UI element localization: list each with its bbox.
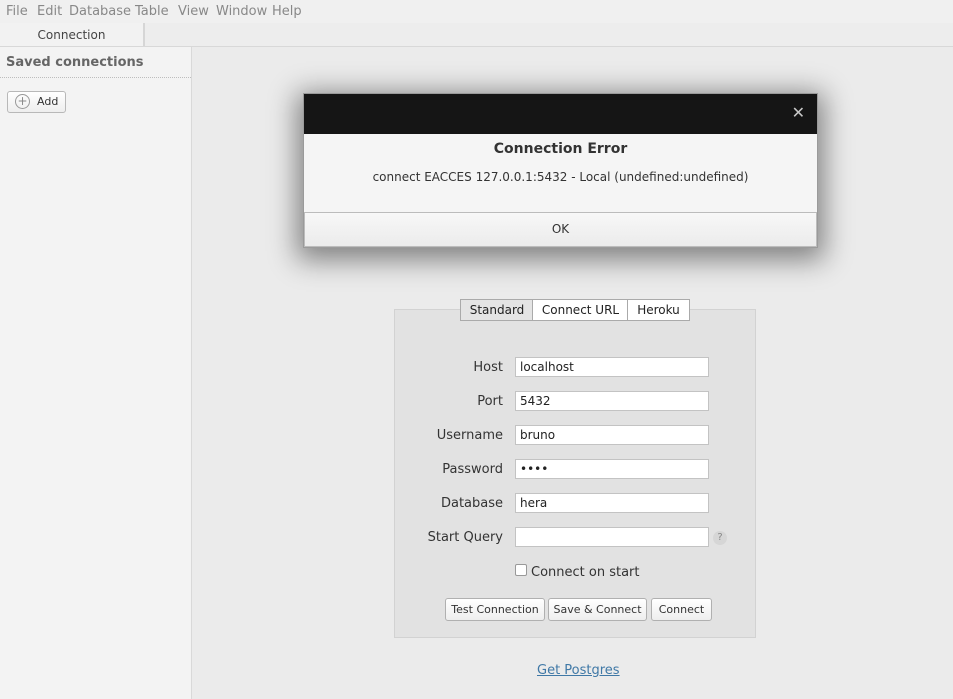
menu-window[interactable]: Window (216, 4, 267, 19)
host-input[interactable]: localhost (515, 357, 709, 377)
menu-view[interactable]: View (178, 4, 209, 19)
sidebar-divider (0, 77, 191, 78)
database-label: Database (440, 496, 503, 511)
sidebar-title: Saved connections (6, 55, 144, 70)
sidebar: Saved connections + Add (0, 47, 192, 699)
database-input[interactable]: hera (515, 493, 709, 513)
dialog-message: connect EACCES 127.0.0.1:5432 - Local (u… (372, 170, 749, 184)
tab-connection[interactable]: Connection (0, 23, 145, 46)
question-icon[interactable]: ? (713, 531, 727, 545)
password-input[interactable]: •••• (515, 459, 709, 479)
dialog-title: Connection Error (493, 141, 628, 157)
menu-table[interactable]: Table (135, 4, 169, 19)
port-label: Port (477, 394, 503, 409)
port-input[interactable]: 5432 (515, 391, 709, 411)
menu-bar: File Edit Database Table View Window Hel… (0, 0, 953, 23)
connect-on-start-label: Connect on start (531, 565, 640, 580)
host-label: Host (473, 360, 503, 375)
add-button-label: Add (37, 95, 59, 108)
menu-database[interactable]: Database (69, 4, 131, 19)
tab-heroku[interactable]: Heroku (627, 299, 690, 321)
error-dialog: ✕ Connection Error connect EACCES 127.0.… (303, 93, 818, 248)
start-query-input[interactable] (515, 527, 709, 547)
tab-strip: Connection (0, 23, 953, 47)
dialog-header: ✕ (304, 94, 817, 134)
menu-file[interactable]: File (6, 4, 28, 19)
save-connect-button[interactable]: Save & Connect (548, 598, 647, 621)
username-label: Username (436, 428, 503, 443)
close-icon[interactable]: ✕ (792, 105, 805, 121)
add-connection-button[interactable]: + Add (7, 91, 66, 113)
tab-connect-url[interactable]: Connect URL (532, 299, 629, 321)
tab-standard[interactable]: Standard (460, 299, 534, 321)
plus-circle-icon: + (15, 94, 30, 109)
username-input[interactable]: bruno (515, 425, 709, 445)
menu-edit[interactable]: Edit (37, 4, 62, 19)
password-label: Password (442, 462, 503, 477)
menu-help[interactable]: Help (272, 4, 302, 19)
start-query-label: Start Query (427, 530, 503, 545)
get-postgres-link[interactable]: Get Postgres (537, 663, 620, 678)
test-connection-button[interactable]: Test Connection (445, 598, 545, 621)
connect-button[interactable]: Connect (651, 598, 712, 621)
ok-button[interactable]: OK (304, 212, 817, 247)
connect-on-start-checkbox[interactable] (515, 564, 527, 576)
